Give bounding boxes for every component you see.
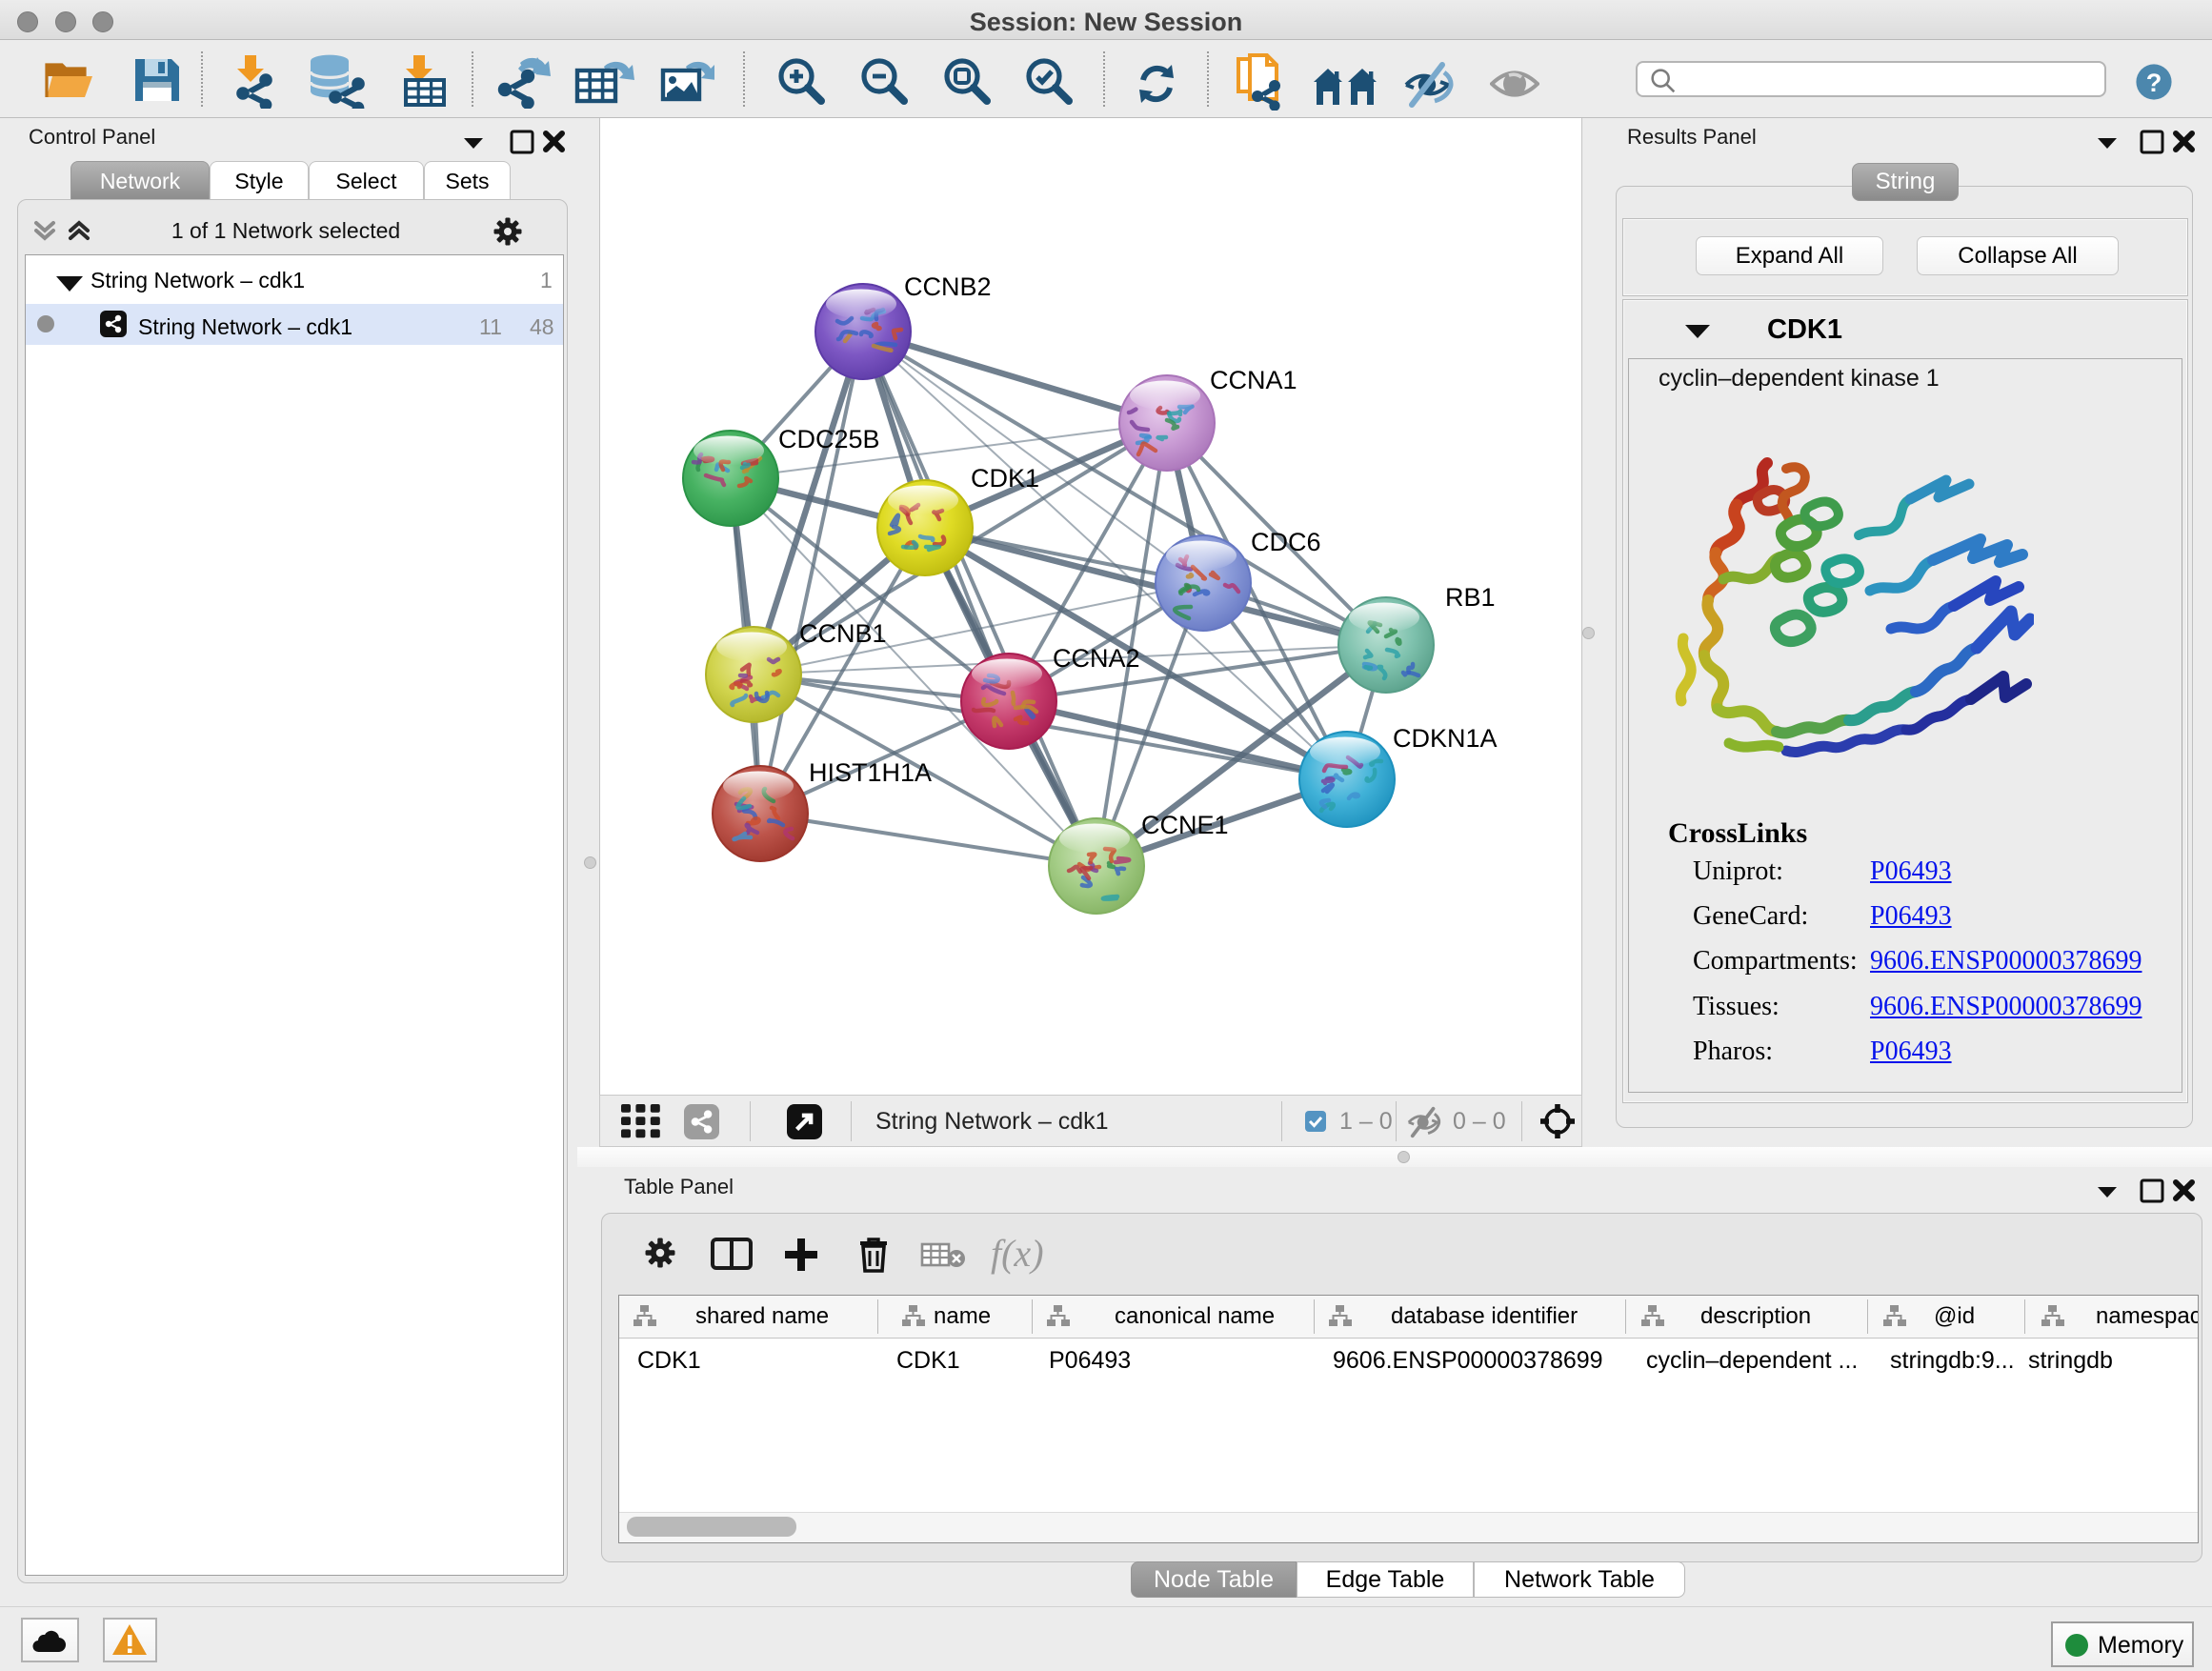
svg-text:CDC6: CDC6 [1251, 528, 1321, 556]
svg-text:CCNB1: CCNB1 [799, 619, 887, 648]
svg-text:?: ? [2146, 68, 2162, 97]
svg-text:HIST1H1A: HIST1H1A [809, 758, 932, 787]
svg-text:RB1: RB1 [1445, 583, 1496, 612]
svg-text:CCNB2: CCNB2 [904, 272, 992, 301]
svg-text:CCNA1: CCNA1 [1210, 366, 1297, 394]
svg-text:CCNA2: CCNA2 [1053, 644, 1140, 673]
svg-text:CDC25B: CDC25B [778, 425, 880, 453]
svg-text:CDKN1A: CDKN1A [1393, 724, 1498, 753]
svg-text:CCNE1: CCNE1 [1141, 811, 1229, 839]
svg-text:CDK1: CDK1 [971, 464, 1039, 493]
